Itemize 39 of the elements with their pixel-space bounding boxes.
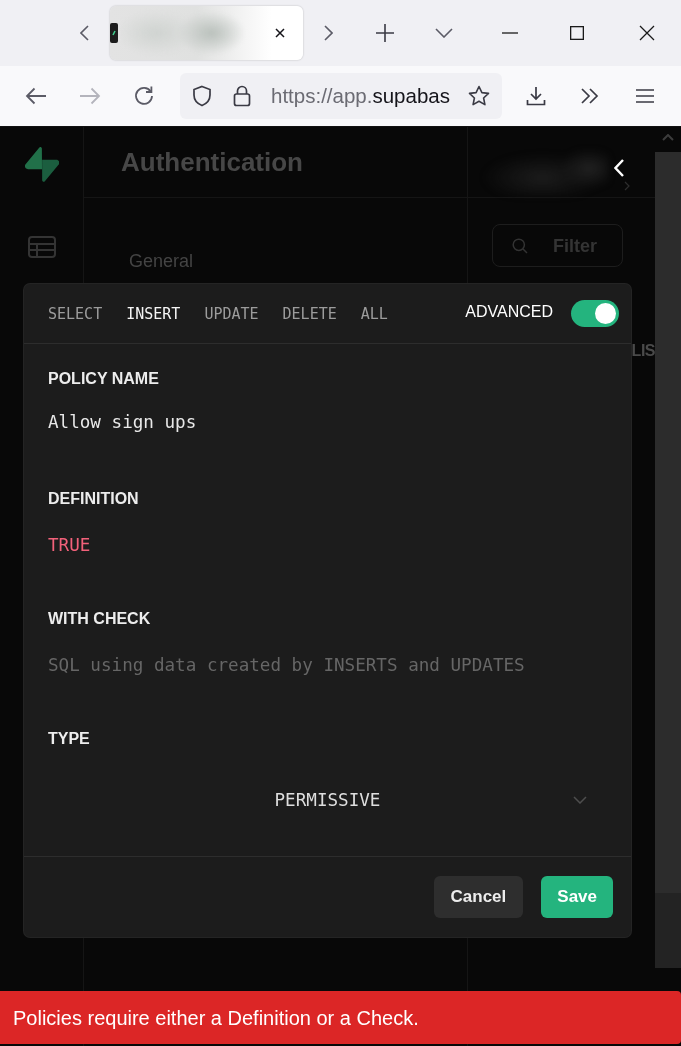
field-label: WITH CHECK <box>48 609 152 629</box>
operation-tab[interactable]: DELETE <box>282 303 337 324</box>
address-field[interactable]: https://app.supabas <box>180 73 502 119</box>
shield-icon[interactable] <box>192 85 212 107</box>
close-icon[interactable] <box>639 25 655 41</box>
url-text: https://app.supabas <box>271 83 450 109</box>
heading-text: LIS <box>631 341 655 361</box>
bolt-logo-icon[interactable] <box>24 147 59 182</box>
type-select[interactable]: PERMISSIVE <box>48 776 607 824</box>
star-icon[interactable] <box>468 85 490 107</box>
reload-icon[interactable] <box>133 85 155 107</box>
field-label: TYPE <box>48 729 91 749</box>
back-arrow-icon[interactable] <box>25 87 47 105</box>
plus-icon[interactable] <box>376 24 394 42</box>
field-label: DEFINITION <box>48 489 140 509</box>
policy-name-input[interactable]: Allow sign ups <box>48 412 197 432</box>
advanced-label: ADVANCED <box>465 302 553 322</box>
menu-icon[interactable] <box>636 89 654 103</box>
download-icon[interactable] <box>526 86 546 106</box>
maximize-icon[interactable] <box>570 26 584 40</box>
close-icon[interactable] <box>275 28 285 38</box>
page-title: Authentication <box>121 147 303 177</box>
field-label: POLICY NAME <box>48 369 160 389</box>
cancel-button[interactable]: Cancel <box>433 876 524 918</box>
toggle-switch[interactable] <box>571 300 619 327</box>
chevron-down-icon <box>573 796 587 804</box>
operation-tab[interactable]: SELECT <box>48 303 103 324</box>
operation-tab[interactable]: UPDATE <box>204 303 259 324</box>
lock-icon[interactable] <box>233 85 251 107</box>
chevron-down-icon[interactable] <box>435 28 453 38</box>
sql-editor-field[interactable]: TRUE <box>48 535 91 555</box>
toast-message: Policies require either a Definition or a Check. <box>13 1007 419 1029</box>
operation-tab[interactable]: INSERT <box>126 303 181 324</box>
nav-section-label: General <box>129 251 194 271</box>
double-chevron-icon[interactable] <box>580 88 600 104</box>
search-icon <box>512 237 528 254</box>
chevron-right-icon[interactable] <box>323 25 333 41</box>
operation-tab[interactable]: ALL <box>360 303 388 324</box>
favicon-icon <box>110 23 118 43</box>
